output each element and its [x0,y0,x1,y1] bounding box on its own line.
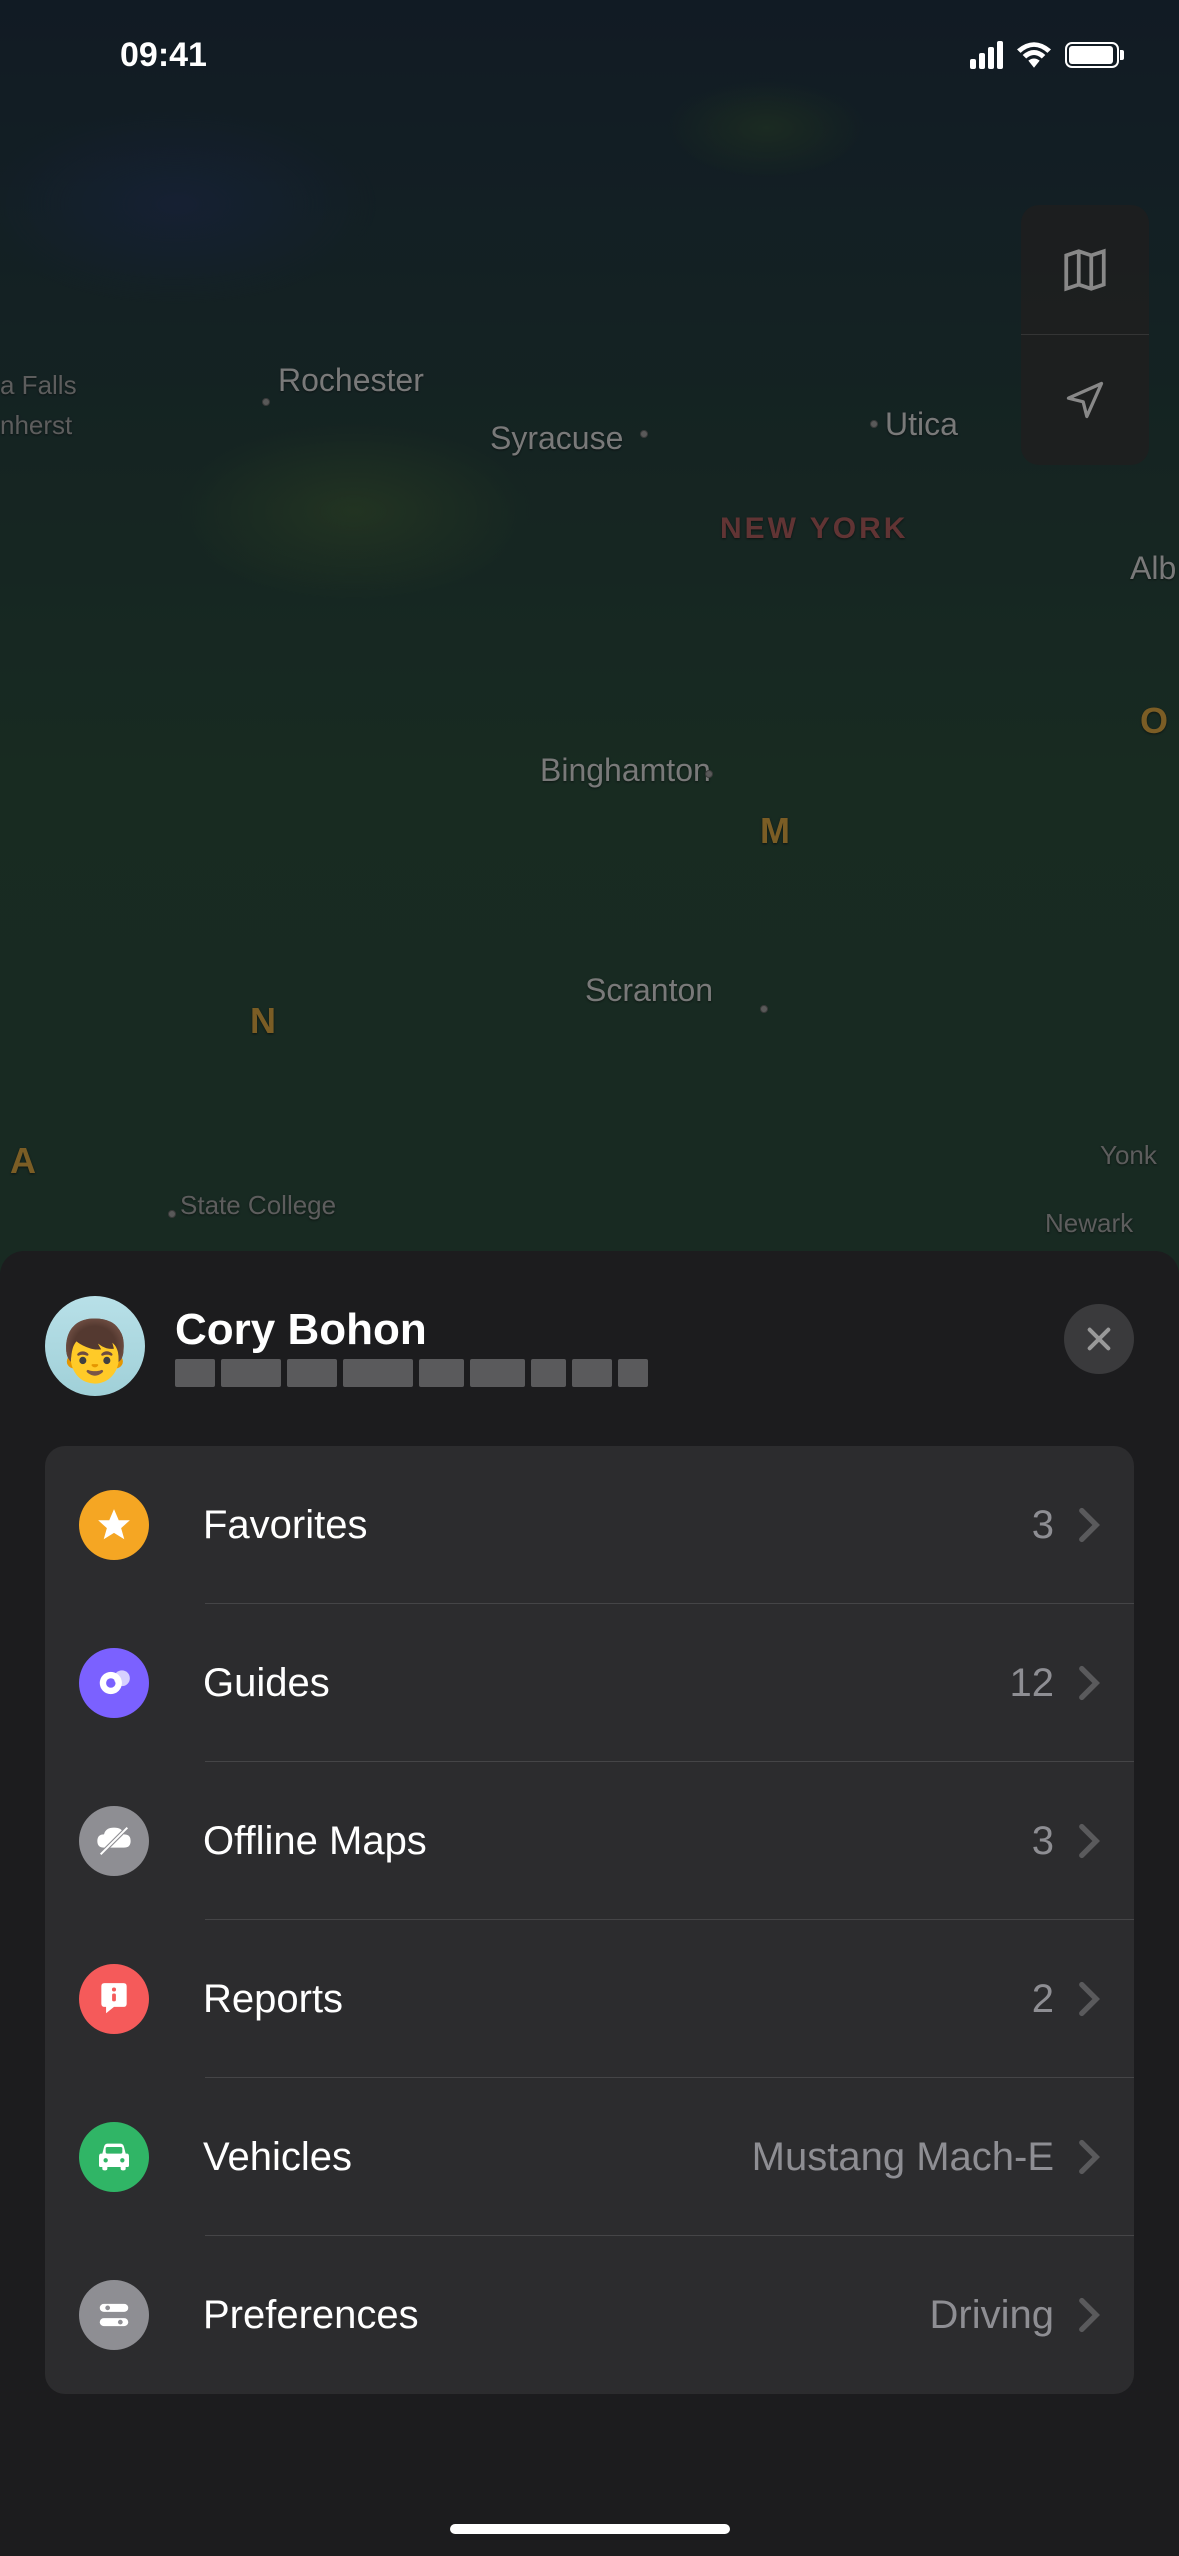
chevron-right-icon [1078,1981,1100,2017]
location-arrow-icon [1063,378,1107,422]
menu-item-guides[interactable]: Guides 12 [45,1604,1134,1762]
menu-item-reports[interactable]: Reports 2 [45,1920,1134,2078]
menu-item-preferences[interactable]: Preferences Driving [45,2236,1134,2394]
report-icon [79,1964,149,2034]
status-bar: 09:41 [0,0,1179,110]
menu-value: Driving [930,2293,1054,2338]
menu-label: Offline Maps [203,1819,1032,1864]
close-button[interactable] [1064,1304,1134,1374]
home-indicator[interactable] [450,2524,730,2534]
star-icon [79,1490,149,1560]
menu-value: 3 [1032,1819,1054,1864]
menu-value: 12 [1010,1661,1055,1706]
battery-icon [1065,42,1119,68]
menu-label: Vehicles [203,2135,752,2180]
car-icon [79,2122,149,2192]
chevron-right-icon [1078,2297,1100,2333]
chevron-right-icon [1078,1823,1100,1859]
menu-label: Preferences [203,2293,930,2338]
profile-sheet: 👦 Cory Bohon [0,1251,1179,2556]
menu-label: Guides [203,1661,1010,1706]
cellular-signal-icon [970,41,1003,69]
avatar[interactable]: 👦 [45,1296,145,1396]
profile-header: 👦 Cory Bohon [45,1296,1134,1396]
menu-label: Favorites [203,1503,1032,1548]
profile-email-redacted [175,1359,1134,1387]
location-button[interactable] [1021,335,1149,465]
chevron-right-icon [1078,1507,1100,1543]
status-time: 09:41 [120,36,207,75]
profile-name: Cory Bohon [175,1305,1134,1355]
menu-list: Favorites 3 Guides 12 Offline Maps 3 [45,1446,1134,2394]
menu-item-favorites[interactable]: Favorites 3 [45,1446,1134,1604]
map-style-button[interactable] [1021,205,1149,335]
close-icon [1083,1323,1115,1355]
guides-icon [79,1648,149,1718]
menu-item-vehicles[interactable]: Vehicles Mustang Mach-E [45,2078,1134,2236]
menu-value: 3 [1032,1503,1054,1548]
wifi-icon [1017,42,1051,68]
preferences-icon [79,2280,149,2350]
menu-label: Reports [203,1977,1032,2022]
cloud-slash-icon [79,1806,149,1876]
map-icon [1060,245,1110,295]
avatar-memoji: 👦 [58,1316,133,1387]
menu-value: 2 [1032,1977,1054,2022]
menu-value: Mustang Mach-E [752,2135,1054,2180]
status-icons [970,41,1119,69]
map-controls [1021,205,1149,465]
chevron-right-icon [1078,1665,1100,1701]
menu-item-offline-maps[interactable]: Offline Maps 3 [45,1762,1134,1920]
chevron-right-icon [1078,2139,1100,2175]
